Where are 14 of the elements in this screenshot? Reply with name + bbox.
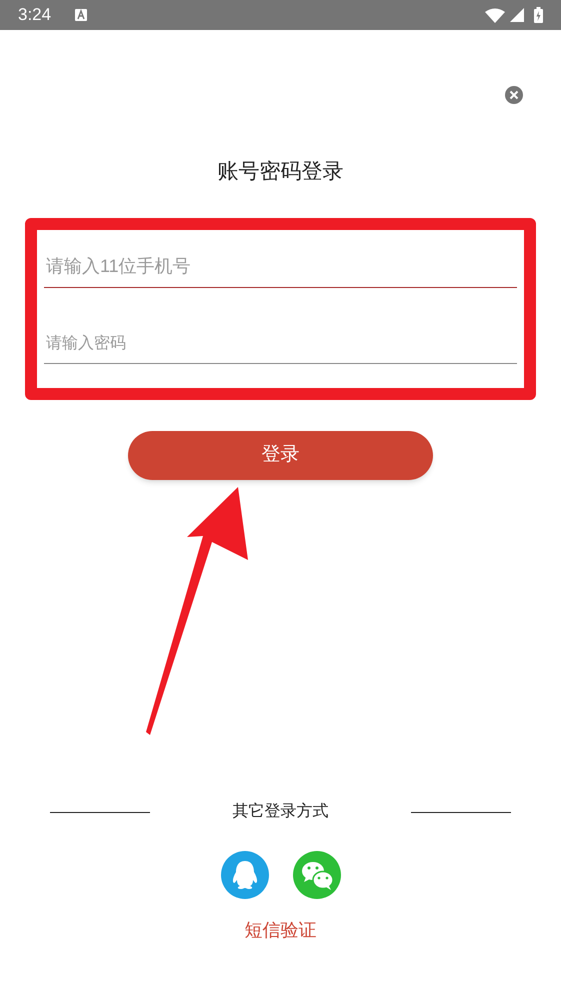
- keyboard-icon: [75, 9, 88, 21]
- sms-verify-link[interactable]: 短信验证: [244, 920, 316, 940]
- signal-icon: [510, 8, 524, 22]
- login-button[interactable]: 登录: [128, 430, 433, 480]
- battery-icon: [534, 7, 543, 23]
- phone-field[interactable]: 请输入11位手机号: [44, 246, 517, 288]
- password-field[interactable]: 请输入密码: [44, 326, 517, 364]
- chat-bubbles-icon[interactable]: [292, 851, 340, 899]
- close-icon[interactable]: [505, 86, 523, 104]
- other-methods-label: 其它登录方式: [232, 802, 330, 822]
- status-time: 3:24: [18, 4, 52, 26]
- penguin-icon[interactable]: [220, 851, 268, 899]
- page-title: 账号密码登录: [218, 160, 344, 183]
- wifi-icon: [485, 8, 505, 22]
